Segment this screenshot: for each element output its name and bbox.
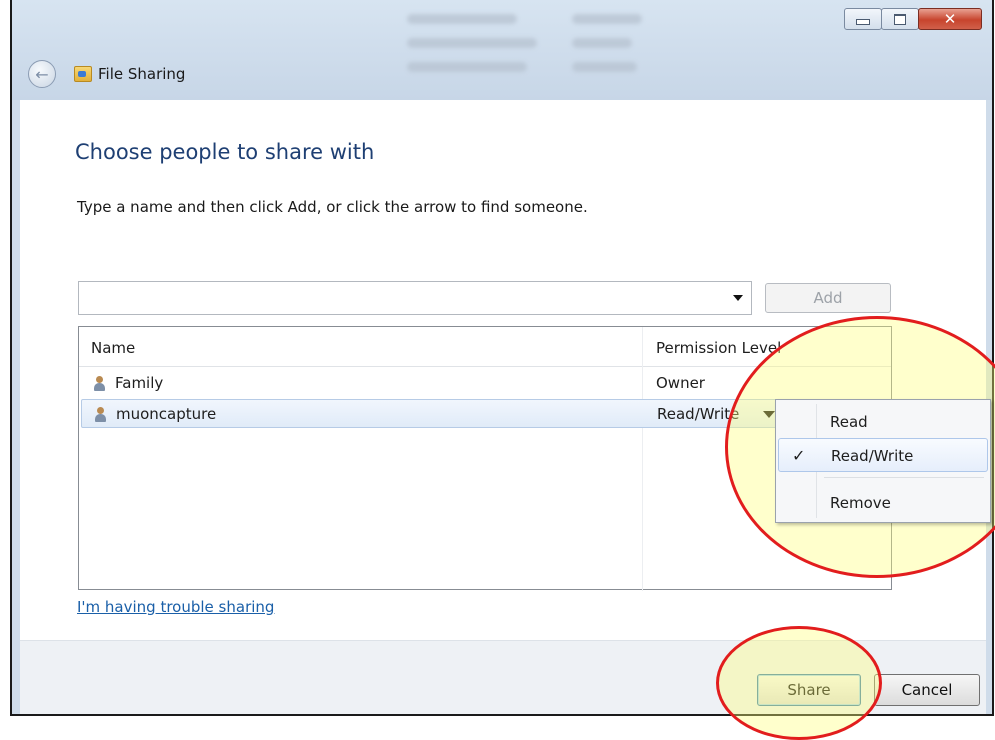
caption-buttons: ✕ [844, 8, 982, 30]
dropdown-arrow-icon[interactable] [763, 411, 775, 418]
permission-context-menu: Read ✓ Read/Write Remove [775, 399, 991, 523]
background-blur [407, 14, 517, 24]
dialog-footer: Share Cancel [20, 640, 986, 714]
file-sharing-window: ✕ ← File Sharing Choose people to share … [10, 0, 994, 716]
maximize-button[interactable] [881, 8, 919, 30]
close-button[interactable]: ✕ [918, 8, 982, 30]
background-blur [572, 14, 642, 24]
instructions-text: Type a name and then click Add, or click… [77, 198, 588, 216]
user-name: Family [115, 374, 164, 392]
background-blur [572, 62, 637, 72]
file-sharing-icon [74, 66, 92, 82]
column-header-name[interactable]: Name [91, 339, 135, 357]
menu-item-label: Remove [830, 494, 891, 512]
background-blur [572, 38, 632, 48]
column-divider [642, 327, 643, 591]
people-picker-combobox[interactable] [78, 281, 752, 315]
background-blur [407, 62, 527, 72]
maximize-icon [894, 13, 906, 25]
user-icon [94, 407, 106, 422]
people-list: Name Permission Level Family Owner muonc… [78, 326, 892, 591]
add-button[interactable]: Add [765, 283, 891, 313]
menu-item-read[interactable]: Read [778, 405, 988, 439]
cancel-button[interactable]: Cancel [874, 674, 980, 706]
back-button[interactable]: ← [28, 60, 56, 88]
checkmark-icon: ✓ [792, 446, 806, 465]
minimize-button[interactable] [844, 8, 882, 30]
dropdown-arrow-icon[interactable] [733, 295, 743, 301]
share-button[interactable]: Share [757, 674, 861, 706]
menu-item-label: Read [830, 413, 868, 431]
back-arrow-icon: ← [35, 64, 49, 84]
user-icon [93, 376, 105, 391]
dialog-content: Choose people to share with Type a name … [20, 100, 986, 640]
page-heading: Choose people to share with [75, 140, 375, 164]
permission-level: Owner [656, 374, 705, 392]
menu-separator [824, 477, 984, 478]
menu-item-read-write[interactable]: ✓ Read/Write [778, 438, 988, 472]
permission-level-dropdown[interactable]: Read/Write [657, 405, 739, 423]
list-item-family[interactable]: Family Owner [81, 369, 889, 398]
menu-item-remove[interactable]: Remove [778, 486, 988, 520]
minimize-icon [856, 19, 870, 25]
trouble-sharing-link[interactable]: I'm having trouble sharing [77, 598, 274, 616]
list-item-muoncapture[interactable]: muoncapture Read/Write [81, 399, 889, 428]
title-bar: ✕ ← File Sharing [12, 0, 992, 100]
list-header: Name Permission Level [79, 327, 891, 367]
background-blur [407, 38, 537, 48]
close-icon: ✕ [943, 9, 957, 28]
window-title: File Sharing [98, 65, 186, 83]
menu-item-label: Read/Write [831, 447, 914, 465]
column-header-permission[interactable]: Permission Level [656, 339, 781, 357]
user-name: muoncapture [116, 405, 217, 423]
